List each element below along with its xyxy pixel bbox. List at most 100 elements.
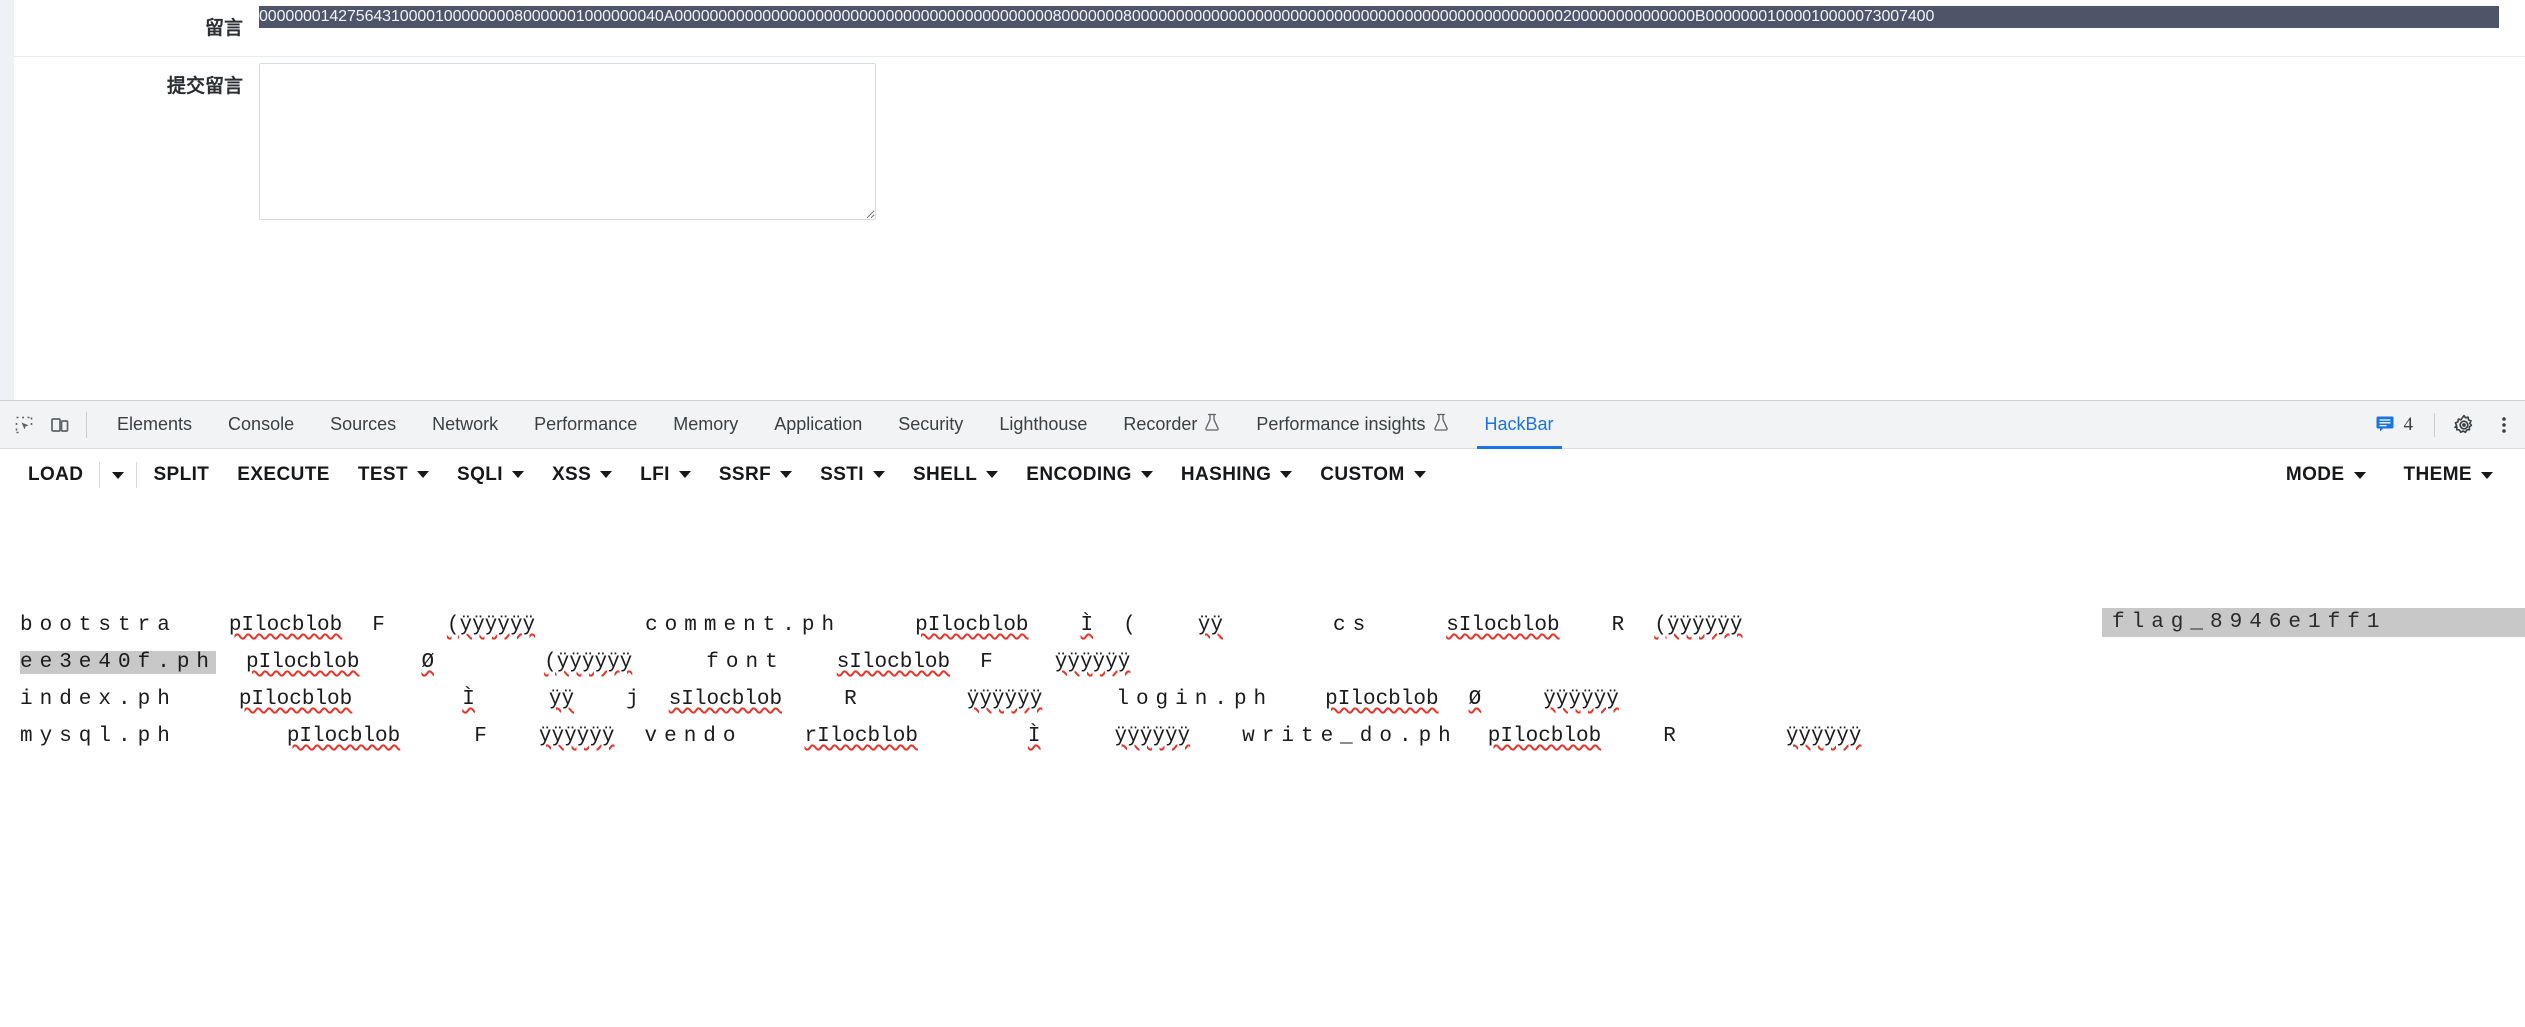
lfi-button[interactable]: LFI bbox=[626, 458, 705, 492]
listing-token: R bbox=[1663, 725, 1676, 748]
listing-row: bootstra pIlocblob F (ÿÿÿÿÿÿ comment.ph pIloc… bbox=[20, 607, 2525, 644]
gear-icon[interactable] bbox=[2447, 408, 2481, 442]
listing-token: ÿÿÿÿÿÿ bbox=[1785, 725, 1862, 748]
listing-token: F bbox=[980, 651, 993, 674]
xss-button[interactable]: XSS bbox=[538, 458, 626, 492]
tabbar-divider bbox=[86, 411, 87, 438]
listing-token: ÿÿÿÿÿÿ bbox=[1114, 725, 1191, 748]
hashing-button[interactable]: HASHING bbox=[1167, 458, 1306, 492]
shell-button[interactable]: SHELL bbox=[899, 458, 1012, 492]
listing-token: bootstra bbox=[20, 614, 177, 637]
button-label: SQLI bbox=[457, 463, 503, 485]
listing-token: write_do.ph bbox=[1242, 725, 1458, 748]
button-label: LOAD bbox=[28, 463, 84, 485]
button-label: LFI bbox=[640, 463, 670, 485]
listing-token: Ì bbox=[1080, 614, 1094, 637]
listing-token: sIlocblob bbox=[668, 688, 783, 711]
sqli-button[interactable]: SQLI bbox=[443, 458, 538, 492]
listing-token: pIlocblob bbox=[915, 614, 1029, 637]
tab-elements[interactable]: Elements bbox=[99, 401, 210, 449]
tab-label: Recorder bbox=[1123, 414, 1198, 434]
listing-token: (ÿÿÿÿÿÿ bbox=[544, 651, 633, 674]
chevron-down-icon bbox=[112, 471, 125, 479]
listing-row: ee3e40f.ph pIlocblob Ø (ÿÿÿÿÿÿ font sIlocblob… bbox=[20, 644, 2525, 681]
chevron-down-icon bbox=[2353, 471, 2366, 479]
tab-label: Elements bbox=[117, 414, 193, 434]
ssti-button[interactable]: SSTI bbox=[806, 458, 899, 492]
tab-label: Sources bbox=[330, 414, 397, 434]
chevron-down-icon bbox=[678, 471, 691, 478]
listing-token: ee3e40f.ph bbox=[20, 651, 217, 674]
listing-token: ÿÿ bbox=[548, 688, 575, 711]
button-label: MODE bbox=[2285, 464, 2345, 485]
chevron-down-icon bbox=[2481, 471, 2493, 479]
tab-label: Performance insights bbox=[1256, 414, 1426, 434]
listing-token: ÿÿÿÿÿÿ bbox=[1543, 688, 1619, 711]
button-label: SHELL bbox=[912, 463, 978, 485]
message-count: 4 bbox=[2403, 414, 2414, 435]
messages-button[interactable]: 4 bbox=[2366, 408, 2423, 442]
listing-token: sIlocblob bbox=[1446, 614, 1560, 637]
tab-security[interactable]: Security bbox=[880, 401, 981, 449]
comment-textarea[interactable] bbox=[259, 63, 876, 220]
listing-token: pIlocblob bbox=[246, 651, 360, 674]
load-dropdown-button[interactable] bbox=[102, 460, 134, 490]
button-label: TEST bbox=[357, 463, 408, 485]
button-label: XSS bbox=[551, 463, 592, 485]
listing-token: (ÿÿÿÿÿÿ bbox=[446, 614, 536, 637]
load-button[interactable]: LOAD bbox=[14, 458, 97, 492]
tab-application[interactable]: Application bbox=[756, 401, 880, 449]
tab-memory[interactable]: Memory bbox=[655, 401, 756, 449]
comment-field-value-selected[interactable]: 0000000142756431000010000000080000001000… bbox=[259, 6, 2499, 28]
custom-button[interactable]: CUSTOM bbox=[1306, 458, 1439, 492]
split-button[interactable]: SPLIT bbox=[139, 458, 223, 492]
listing-token: (ÿÿÿÿÿÿ bbox=[1654, 614, 1743, 637]
submit-comment-row: 提交留言 bbox=[14, 57, 2525, 287]
chevron-down-icon bbox=[780, 471, 793, 478]
listing-token: pIlocblob bbox=[1487, 725, 1602, 748]
comment-field-label: 留言 bbox=[204, 17, 243, 39]
listing-token: ÿÿÿÿÿÿ bbox=[966, 688, 1043, 711]
hackbar-right-group: MODE THEME bbox=[2272, 449, 2507, 501]
tab-label: Security bbox=[898, 414, 964, 434]
button-label: HASHING bbox=[1180, 463, 1272, 485]
web-page-content: 留言 0000000142756431000010000000080000001… bbox=[0, 0, 2525, 400]
button-label: SPLIT bbox=[153, 463, 210, 485]
encoding-button[interactable]: ENCODING bbox=[1012, 458, 1167, 492]
listing-token: font bbox=[706, 651, 785, 674]
mode-button[interactable]: MODE bbox=[2272, 458, 2380, 492]
beaker-icon bbox=[1204, 413, 1220, 436]
tab-hackbar[interactable]: HackBar bbox=[1467, 401, 1572, 449]
tab-console[interactable]: Console bbox=[210, 401, 312, 449]
tab-sources[interactable]: Sources bbox=[312, 401, 414, 449]
listing-token: cs bbox=[1332, 614, 1373, 637]
right-divider bbox=[2434, 413, 2435, 437]
toolbar-separator bbox=[99, 461, 101, 488]
devtools-tabbar: Elements Console Sources Network Performance… bbox=[0, 401, 2525, 449]
test-button[interactable]: TEST bbox=[344, 458, 443, 492]
page-left-rail bbox=[0, 0, 14, 400]
tab-performance[interactable]: Performance bbox=[516, 401, 655, 449]
listing-token: Ø bbox=[1468, 688, 1482, 711]
tab-label: Memory bbox=[673, 414, 739, 434]
tab-recorder[interactable]: Recorder bbox=[1105, 401, 1238, 449]
ssrf-button[interactable]: SSRF bbox=[705, 458, 806, 492]
listing-token: ( bbox=[1123, 614, 1136, 637]
device-toolbar-icon[interactable] bbox=[42, 407, 78, 443]
tab-label: Performance bbox=[534, 414, 638, 434]
execute-button[interactable]: EXECUTE bbox=[223, 458, 344, 492]
theme-button[interactable]: THEME bbox=[2390, 458, 2508, 492]
more-vertical-icon[interactable] bbox=[2487, 408, 2521, 442]
listing-token: login.ph bbox=[1116, 688, 1274, 711]
listing-token: index.ph bbox=[20, 688, 177, 711]
inspect-element-icon[interactable] bbox=[6, 407, 42, 443]
tab-network[interactable]: Network bbox=[414, 401, 516, 449]
listing-token: R bbox=[844, 688, 857, 711]
listing-token: Ì bbox=[462, 688, 475, 711]
toolbar-separator bbox=[136, 461, 138, 488]
listing-row: index.ph pIlocblob Ìÿÿ j sIlocblob Rÿÿÿÿÿÿ log… bbox=[20, 681, 2525, 718]
tab-performance-insights[interactable]: Performance insights bbox=[1238, 401, 1466, 449]
tab-lighthouse[interactable]: Lighthouse bbox=[981, 401, 1105, 449]
tab-label: HackBar bbox=[1484, 414, 1554, 434]
button-label: THEME bbox=[2403, 464, 2472, 485]
